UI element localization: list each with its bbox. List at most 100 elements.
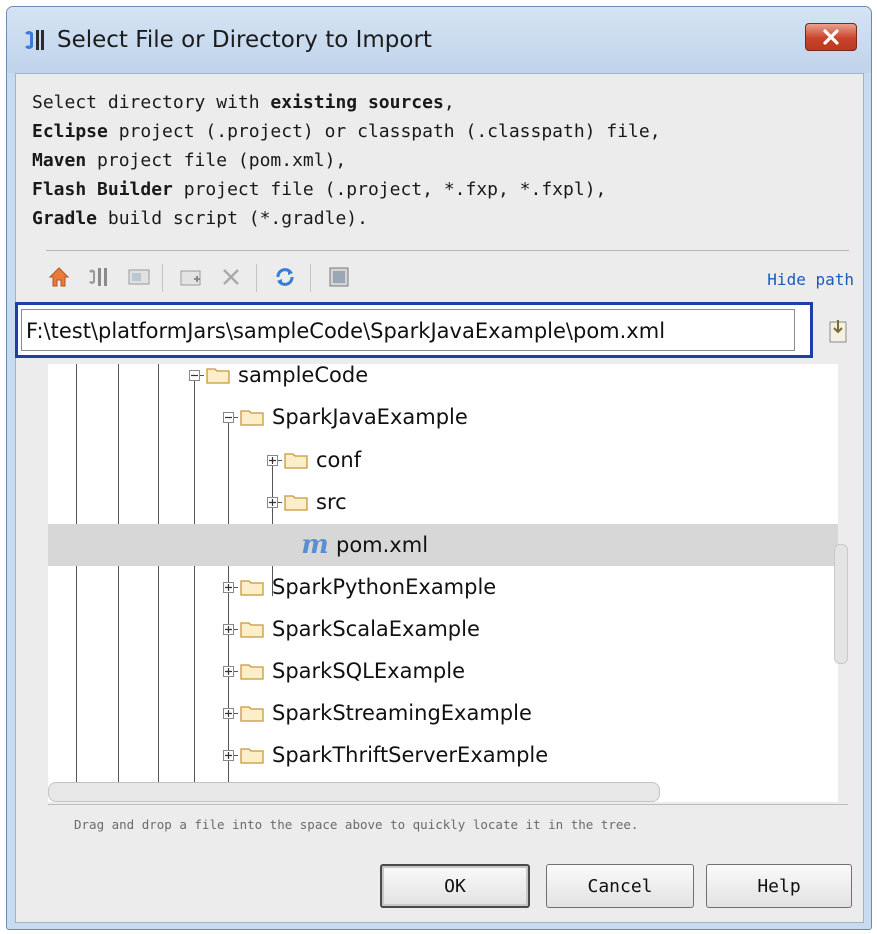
description-keyword-eclipse: Eclipse <box>32 121 108 142</box>
expand-toggle[interactable] <box>223 708 234 719</box>
tree-node-sparkstreamingexample[interactable]: SparkStreamingExample <box>240 692 532 734</box>
tree-guide-line <box>158 364 159 802</box>
title-bar[interactable]: Select File or Directory to Import <box>7 7 871 73</box>
drag-drop-hint: Drag and drop a file into the space abov… <box>74 817 639 832</box>
tree-guide-line <box>118 364 119 802</box>
tree-node-sparkpythonexample[interactable]: SparkPythonExample <box>240 566 496 608</box>
folder-icon <box>240 748 264 764</box>
plus-icon <box>269 457 276 464</box>
expand-toggle[interactable] <box>267 497 278 508</box>
expand-toggle[interactable] <box>223 624 234 635</box>
tree-node-sparksqlexample[interactable]: SparkSQLExample <box>240 650 465 692</box>
description-keyword-existing-sources: existing sources <box>270 92 444 113</box>
path-history-button[interactable] <box>824 314 852 348</box>
plus-icon <box>225 626 232 633</box>
divider <box>46 250 849 251</box>
dialog-title: Select File or Directory to Import <box>57 27 432 53</box>
hide-path-link[interactable]: Hide path <box>767 270 854 289</box>
project-button[interactable] <box>84 262 114 292</box>
new-folder-icon <box>180 270 201 286</box>
ok-button[interactable]: OK <box>380 864 530 908</box>
desktop-icon <box>128 269 150 285</box>
folder-icon <box>240 580 264 596</box>
description-text: Select directory with existing sources, … <box>32 88 832 233</box>
tree-node-label: conf <box>316 448 362 472</box>
description-line-5: build script (*.gradle). <box>97 208 368 229</box>
tree-guide-line <box>194 374 195 802</box>
vertical-scrollbar[interactable] <box>834 544 848 664</box>
show-hidden-icon <box>329 267 349 287</box>
tree-guide-line <box>76 364 77 802</box>
expand-toggle[interactable] <box>223 750 234 761</box>
tree-node-samplecode[interactable]: sampleCode <box>206 364 368 396</box>
description-line-3: project file (pom.xml), <box>86 150 347 171</box>
description-keyword-flash-builder: Flash Builder <box>32 179 173 200</box>
help-button[interactable]: Help <box>706 864 852 908</box>
dialog-content: Select directory with existing sources, … <box>15 73 864 923</box>
tree-node-src[interactable]: src <box>284 481 347 523</box>
tree-node-pom-xml[interactable]: m pom.xml <box>300 524 428 566</box>
path-history-icon <box>829 320 847 343</box>
maven-file-icon: m <box>301 530 329 560</box>
folder-icon <box>284 495 308 511</box>
plus-icon <box>225 752 232 759</box>
collapse-toggle[interactable] <box>223 412 234 423</box>
expand-toggle[interactable] <box>267 455 278 466</box>
home-button[interactable] <box>44 262 74 292</box>
expand-toggle[interactable] <box>223 666 234 677</box>
plus-icon <box>269 499 276 506</box>
description-line-2: project (.project) or classpath (.classp… <box>107 121 661 142</box>
cancel-button[interactable]: Cancel <box>546 864 694 908</box>
intellij-idea-icon <box>25 30 44 50</box>
project-icon <box>89 268 107 286</box>
description-line-4: project file (.project, *.fxp, *.fxpl), <box>172 179 607 200</box>
tree-border <box>48 804 848 805</box>
tree-node-label: SparkPythonExample <box>272 575 497 599</box>
tree-node-label: SparkThriftServerExample <box>272 743 549 767</box>
close-icon <box>823 29 839 45</box>
tree-node-label: SparkSQLExample <box>272 659 465 683</box>
tree-node-label: pom.xml <box>336 533 429 557</box>
tree-node-label: sampleCode <box>238 364 369 387</box>
file-tree[interactable]: sampleCode SparkJavaExample conf src m p… <box>48 364 838 802</box>
folder-icon <box>240 706 264 722</box>
home-icon <box>48 267 70 287</box>
plus-icon <box>225 668 232 675</box>
tree-node-sparkjavaexample[interactable]: SparkJavaExample <box>240 396 468 438</box>
folder-icon <box>206 368 230 384</box>
refresh-button[interactable] <box>270 262 300 292</box>
delete-button[interactable] <box>216 262 246 292</box>
path-field-highlight: F:\test\platformJars\sampleCode\SparkJav… <box>15 302 813 358</box>
desktop-button[interactable] <box>124 262 154 292</box>
tree-guide-line <box>228 416 229 802</box>
refresh-icon <box>276 268 294 286</box>
folder-icon <box>284 453 308 469</box>
horizontal-scrollbar[interactable] <box>48 782 660 802</box>
path-input[interactable]: F:\test\platformJars\sampleCode\SparkJav… <box>21 309 795 351</box>
file-chooser-toolbar: Hide path <box>44 260 854 296</box>
tree-selection <box>48 524 838 566</box>
new-folder-button[interactable] <box>176 262 206 292</box>
description-keyword-maven: Maven <box>32 150 87 171</box>
show-hidden-button[interactable] <box>324 262 354 292</box>
folder-icon <box>240 622 264 638</box>
import-dialog: Select File or Directory to Import Selec… <box>6 6 872 930</box>
delete-icon <box>223 269 239 285</box>
tree-node-conf[interactable]: conf <box>284 439 361 481</box>
tree-node-label: SparkScalaExample <box>272 617 480 641</box>
tree-node-sparkscalaexample[interactable]: SparkScalaExample <box>240 608 480 650</box>
tree-node-label: SparkStreamingExample <box>272 701 532 725</box>
minus-icon <box>225 416 232 419</box>
close-button[interactable] <box>805 23 857 51</box>
collapse-toggle[interactable] <box>189 370 200 381</box>
folder-icon <box>240 664 264 680</box>
description-keyword-gradle: Gradle <box>32 208 98 229</box>
plus-icon <box>225 584 232 591</box>
minus-icon <box>191 374 198 377</box>
toolbar-separator <box>162 264 163 292</box>
tree-node-sparkthriftserverexample[interactable]: SparkThriftServerExample <box>240 734 548 776</box>
description-comma: , <box>443 92 455 113</box>
folder-icon <box>240 410 264 426</box>
toolbar-separator <box>310 264 311 292</box>
expand-toggle[interactable] <box>223 582 234 593</box>
